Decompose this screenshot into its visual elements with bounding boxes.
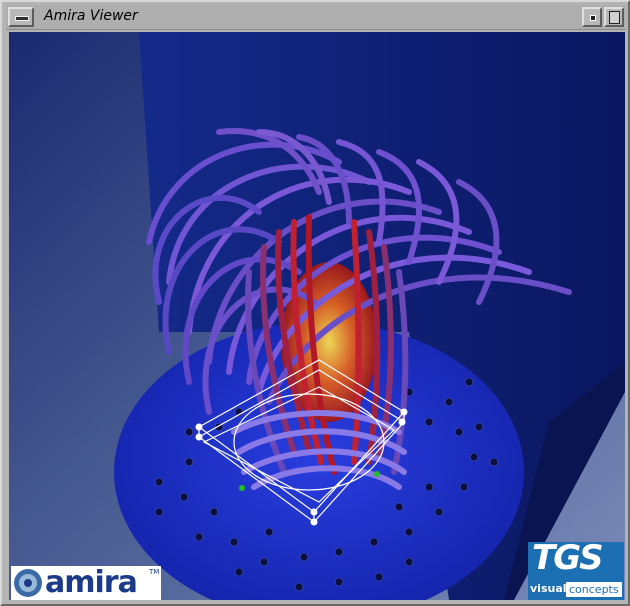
minimize-icon: [590, 15, 596, 21]
minimize-button[interactable]: [582, 7, 602, 27]
amira-trademark: TM: [149, 568, 160, 576]
amira-logo-text: amira: [45, 565, 138, 600]
maximize-button[interactable]: [604, 7, 624, 27]
tgs-logo-concepts: concepts: [566, 582, 622, 597]
maximize-icon: [609, 11, 620, 24]
3d-viewport[interactable]: amira TM TGS visual concepts: [9, 32, 625, 600]
amira-emblem-icon: [14, 569, 42, 597]
tgs-logo-visual: visual: [530, 582, 567, 595]
tgs-logo: TGS visual concepts: [528, 538, 624, 600]
window-menu-icon: [15, 16, 29, 21]
window-menu-button[interactable]: [8, 7, 34, 27]
title-bar[interactable]: Amira Viewer: [6, 5, 626, 30]
amira-viewer-window: Amira Viewer amira TM TGS visual concept…: [0, 0, 630, 606]
amira-logo: amira TM: [11, 566, 161, 600]
window-title: Amira Viewer: [44, 8, 138, 24]
tgs-logo-text: TGS: [532, 538, 604, 578]
scene-render: [9, 32, 625, 600]
